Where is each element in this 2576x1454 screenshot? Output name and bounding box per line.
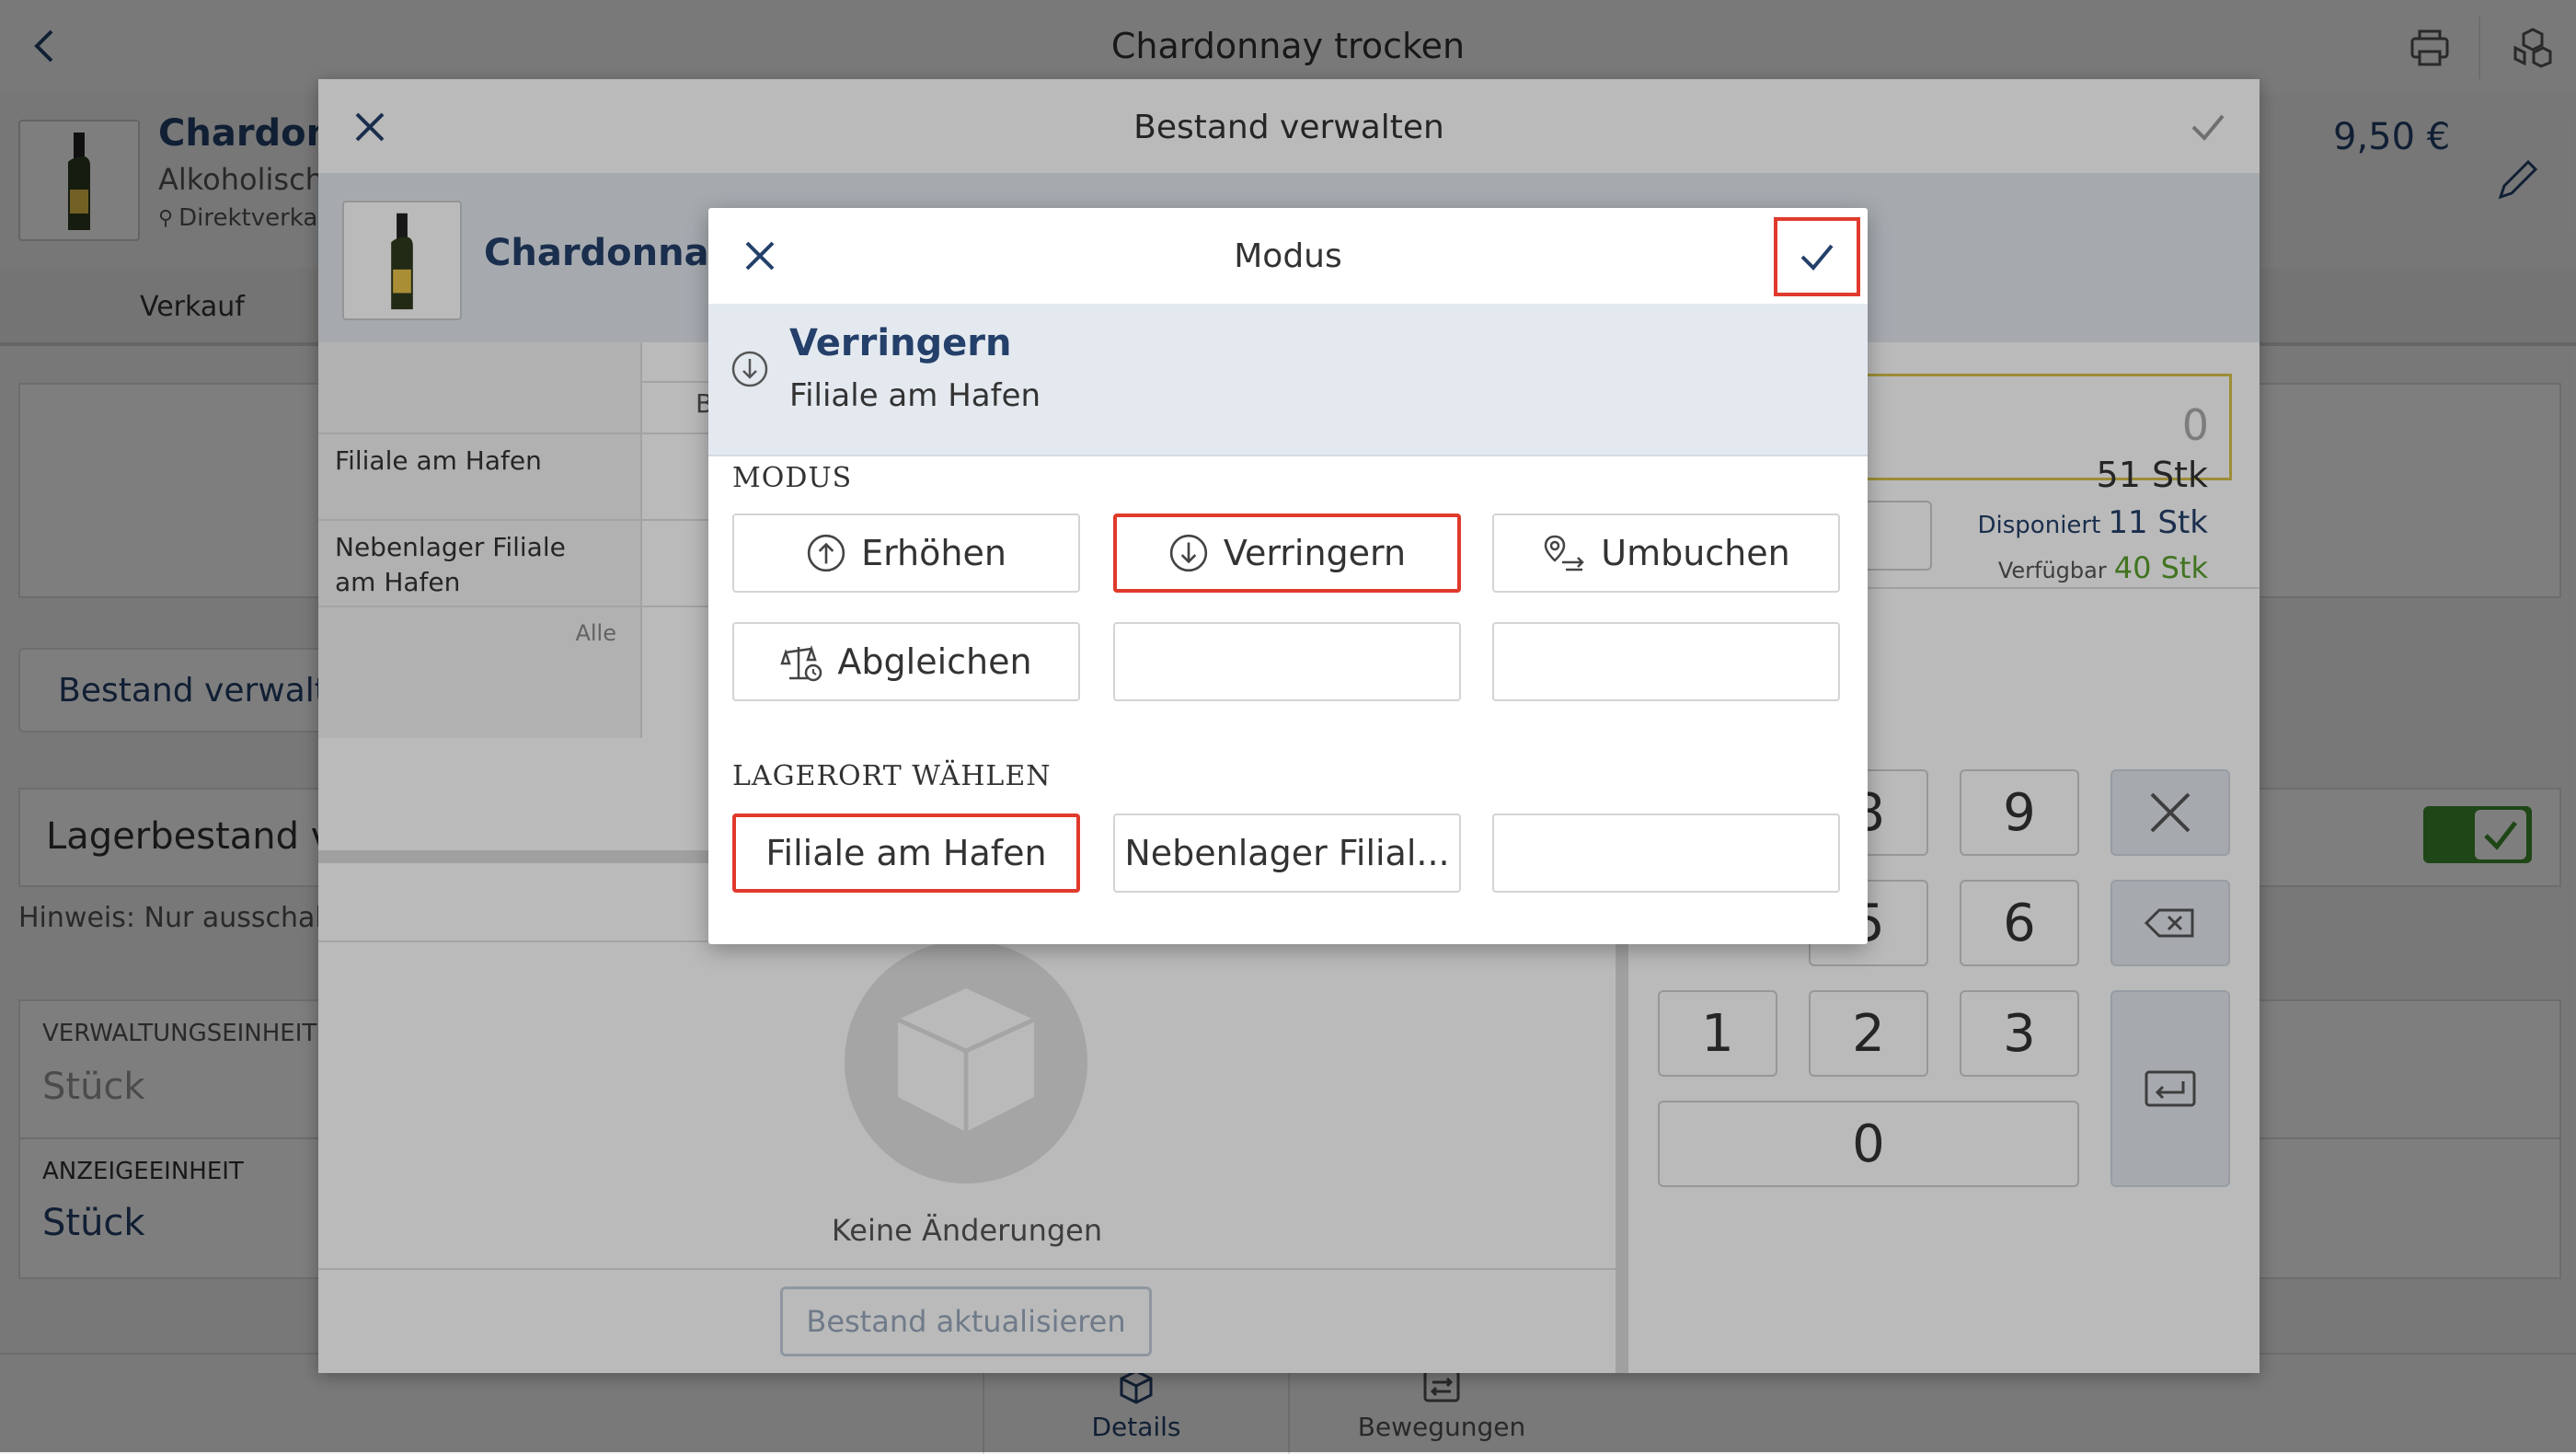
checkmark-icon [1800,244,1834,271]
modal-confirm-button[interactable] [1774,217,1860,296]
mode-increase-label: Erhöhen [861,533,1006,573]
decrease-icon [730,350,769,388]
mode-decrease-label: Verringern [1223,533,1407,573]
mode-summary: Verringern Filiale am Hafen [708,304,1868,456]
mode-transfer-button[interactable]: Umbuchen [1492,514,1840,593]
scale-icon [780,645,822,682]
location-filiale-label: Filiale am Hafen [765,833,1047,873]
mode-reconcile-button[interactable]: Abgleichen [732,622,1080,701]
increase-icon [807,534,845,572]
location-empty-slot [1492,814,1840,893]
location-filiale-button[interactable]: Filiale am Hafen [732,814,1080,893]
mode-section-title: MODUS [732,462,853,494]
mode-increase-button[interactable]: Erhöhen [732,514,1080,593]
summary-location: Filiale am Hafen [789,377,1041,414]
modal-title: Modus [1234,237,1342,275]
location-nebenlager-label: Nebenlager Filial... [1124,833,1450,873]
summary-mode: Verringern [789,322,1012,364]
mode-empty-slot [1492,622,1840,701]
transfer-icon [1544,535,1585,571]
mode-empty-slot [1113,622,1461,701]
location-section-title: LAGERORT WÄHLEN [732,760,1052,792]
mode-modal: Modus Verringern Filiale am Hafen MODUS … [708,208,1868,944]
location-nebenlager-button[interactable]: Nebenlager Filial... [1113,814,1461,893]
mode-reconcile-label: Abgleichen [837,641,1032,682]
mode-decrease-button[interactable]: Verringern [1113,514,1461,593]
decrease-icon [1169,534,1208,572]
modal-header: Modus [708,208,1868,306]
mode-transfer-label: Umbuchen [1601,533,1790,573]
